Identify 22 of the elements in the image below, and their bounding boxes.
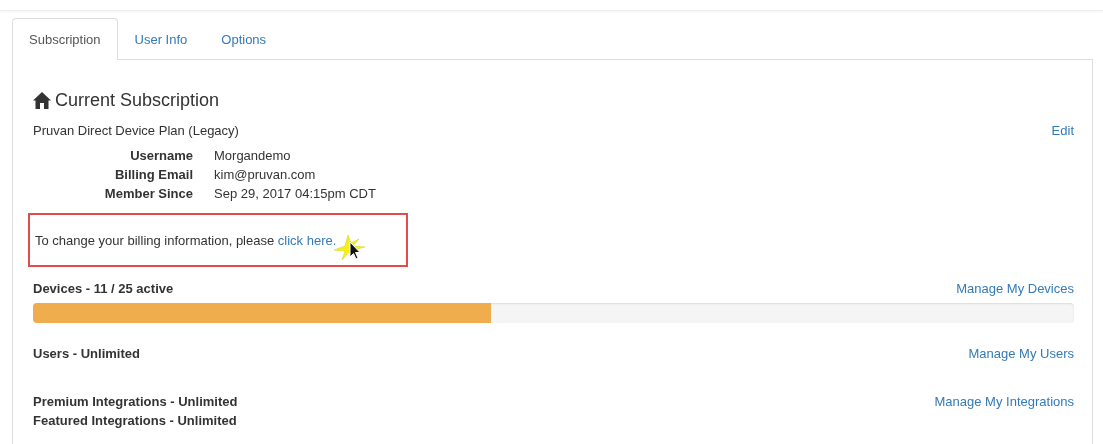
section-title: Current Subscription <box>55 90 220 111</box>
home-icon <box>33 92 51 109</box>
billing-note: To change your billing information, please click here. <box>35 232 337 248</box>
integrations-label: Featured Integrations - Unlimited <box>33 413 238 428</box>
detail-value: Morgandemo <box>214 148 292 163</box>
detail-value: Sep 29, 2017 04:15pm CDT <box>214 186 377 201</box>
manage-devices-link[interactable]: Manage My Devices <box>956 281 1074 296</box>
manage-users-link[interactable]: Manage My Users <box>968 346 1074 361</box>
detail-label: Username <box>129 148 193 163</box>
tab[interactable]: User Info <box>117 18 205 60</box>
tab[interactable]: Options <box>204 18 284 60</box>
manage-integrations-link[interactable]: Manage My Integrations <box>934 394 1074 409</box>
tab[interactable]: Subscription <box>12 18 118 60</box>
users-label: Users - Unlimited <box>33 346 140 361</box>
detail-value: kim@pruvan.com <box>214 167 317 182</box>
plan-name: Pruvan Direct Device Plan (Legacy) <box>33 123 239 138</box>
devices-label: Devices - 11 / 25 active <box>33 281 174 296</box>
edit-link[interactable]: Edit <box>1051 123 1074 138</box>
detail-label: Billing Email <box>114 167 193 182</box>
detail-label: Member Since <box>103 186 193 201</box>
integrations-label: Premium Integrations - Unlimited <box>33 394 238 409</box>
billing-link[interactable]: click here. <box>277 232 337 248</box>
